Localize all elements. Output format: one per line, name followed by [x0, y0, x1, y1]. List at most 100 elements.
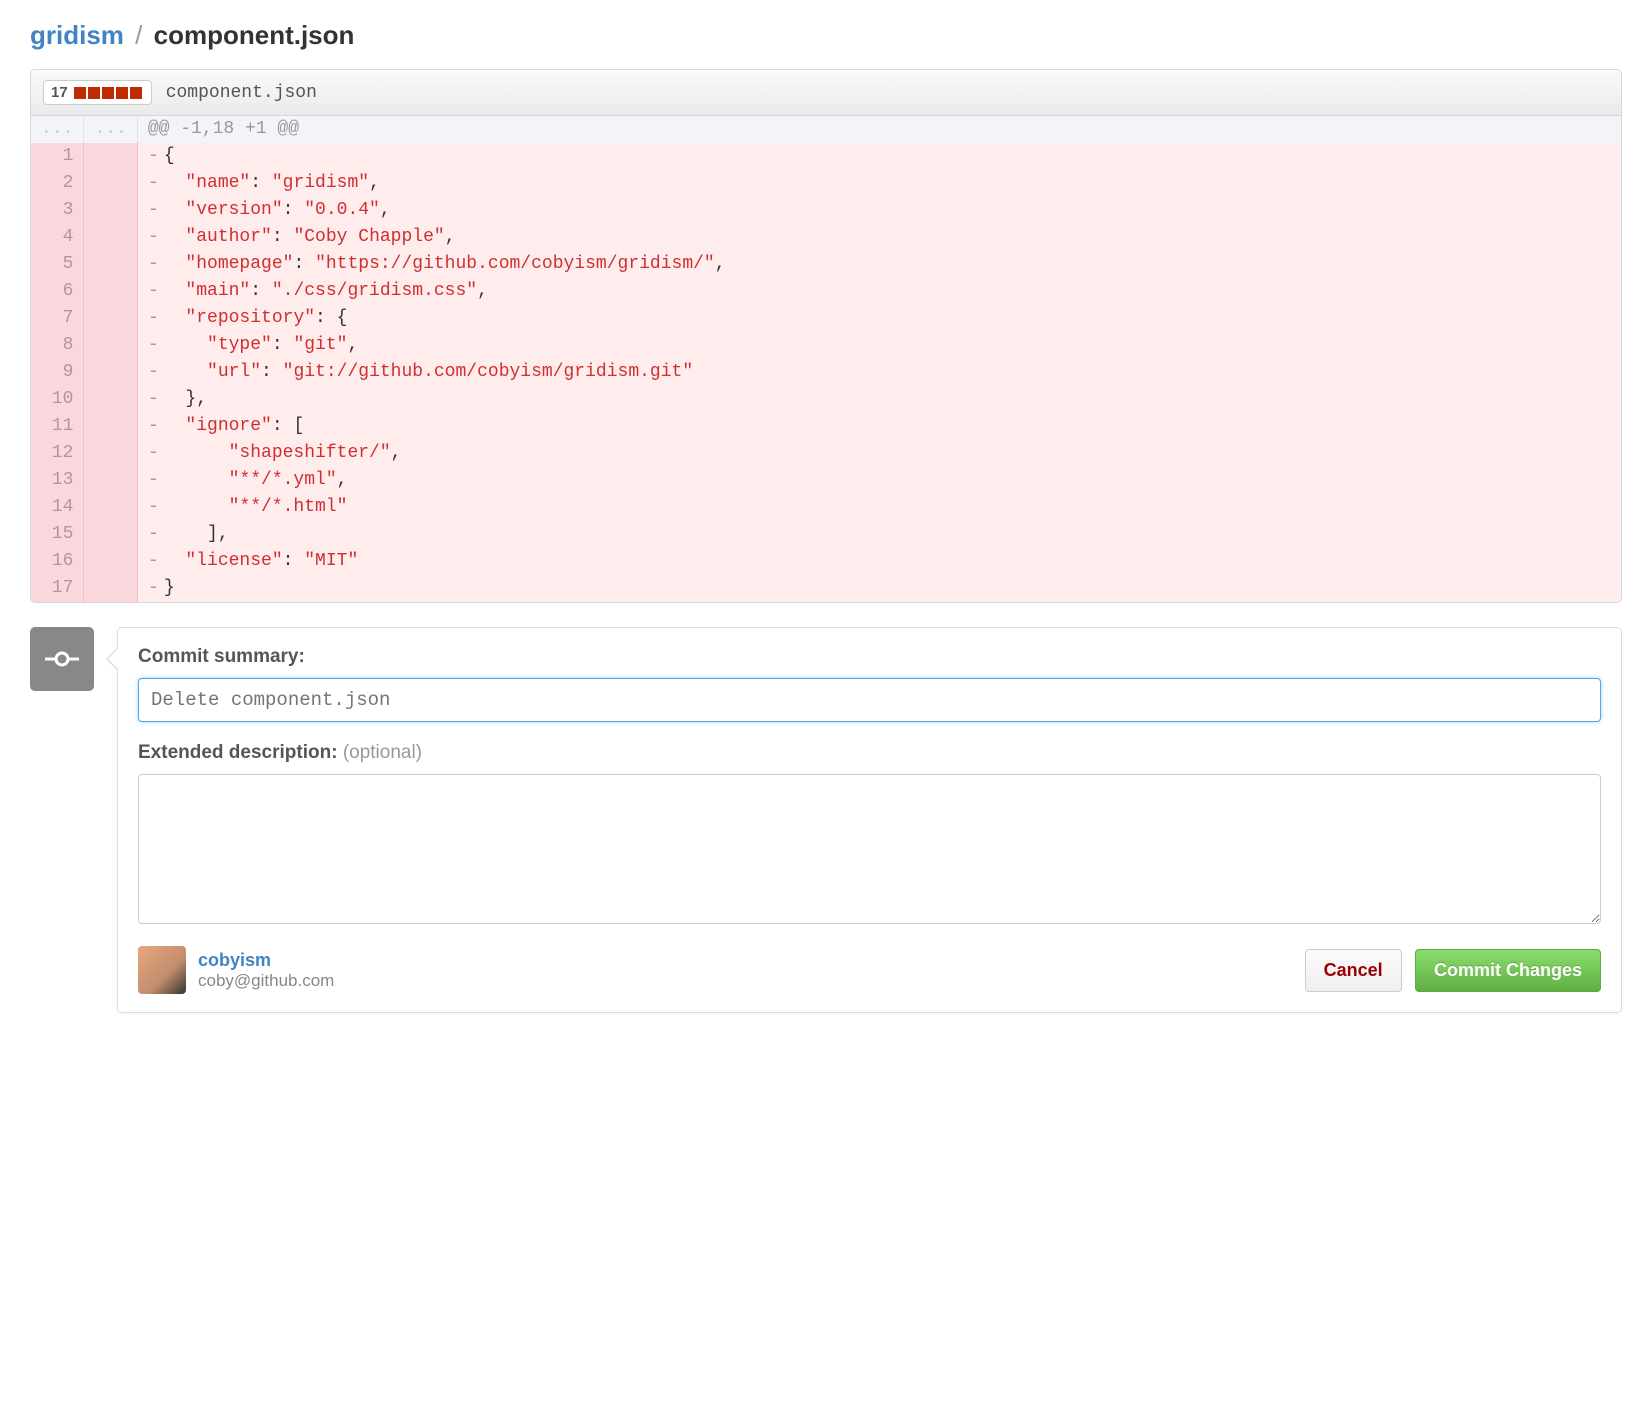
line-number-old: 17	[31, 575, 84, 602]
commit-footer: cobyism coby@github.com Cancel Commit Ch…	[138, 946, 1601, 994]
line-number-old: ...	[31, 116, 84, 143]
commit-summary-label: Commit summary:	[138, 646, 305, 667]
line-number-old: 10	[31, 386, 84, 413]
line-number-old: 13	[31, 467, 84, 494]
diff-line-content: - "shapeshifter/",	[137, 440, 1621, 467]
line-number-new: ...	[84, 116, 137, 143]
line-number-new	[84, 251, 137, 278]
breadcrumb-separator: /	[135, 20, 142, 50]
diff-table: ......@@ -1,18 +1 @@1-{2- "name": "gridi…	[31, 116, 1621, 602]
commit-marker-avatar	[30, 627, 94, 691]
diff-line-deletion: 2 - "name": "gridism",	[31, 170, 1621, 197]
line-number-old: 3	[31, 197, 84, 224]
line-number-old: 5	[31, 251, 84, 278]
commit-icon	[45, 649, 79, 669]
diff-line-content: -{	[137, 143, 1621, 170]
line-number-old: 14	[31, 494, 84, 521]
commit-area: Commit summary: Extended description: (o…	[30, 627, 1622, 1013]
diff-line-deletion: 10 - },	[31, 386, 1621, 413]
speech-pointer	[106, 647, 118, 671]
line-number-old: 4	[31, 224, 84, 251]
optional-hint: (optional)	[343, 742, 422, 763]
hunk-header-text: @@ -1,18 +1 @@	[137, 116, 1621, 143]
diffstat-squares	[74, 87, 144, 99]
line-number-old: 12	[31, 440, 84, 467]
diff-line-content: - "type": "git",	[137, 332, 1621, 359]
diff-line-content: - "author": "Coby Chapple",	[137, 224, 1621, 251]
user-email: coby@github.com	[198, 971, 334, 991]
commit-description-textarea[interactable]	[138, 774, 1601, 924]
line-number-old: 8	[31, 332, 84, 359]
diff-line-content: - "license": "MIT"	[137, 548, 1621, 575]
line-number-old: 16	[31, 548, 84, 575]
hunk-header-row: ......@@ -1,18 +1 @@	[31, 116, 1621, 143]
diff-line-deletion: 9 - "url": "git://github.com/cobyism/grid…	[31, 359, 1621, 386]
line-number-new	[84, 332, 137, 359]
line-number-new	[84, 305, 137, 332]
line-number-old: 15	[31, 521, 84, 548]
commit-form: Commit summary: Extended description: (o…	[117, 627, 1622, 1013]
breadcrumb: gridism / component.json	[30, 20, 1622, 51]
diff-line-content: - "repository": {	[137, 305, 1621, 332]
line-number-old: 6	[31, 278, 84, 305]
diff-line-deletion: 6 - "main": "./css/gridism.css",	[31, 278, 1621, 305]
line-number-new	[84, 224, 137, 251]
line-number-new	[84, 413, 137, 440]
line-number-new	[84, 170, 137, 197]
diff-line-deletion: 17 -}	[31, 575, 1621, 602]
line-number-old: 11	[31, 413, 84, 440]
line-number-old: 7	[31, 305, 84, 332]
cancel-button[interactable]: Cancel	[1305, 949, 1402, 992]
file-header: 17 component.json	[31, 70, 1621, 116]
commit-summary-input[interactable]	[138, 678, 1601, 722]
commit-user-block: cobyism coby@github.com	[138, 946, 334, 994]
diff-line-deletion: 1 -{	[31, 143, 1621, 170]
diff-line-deletion: 11 - "ignore": [	[31, 413, 1621, 440]
diff-line-deletion: 4 - "author": "Coby Chapple",	[31, 224, 1621, 251]
line-number-new	[84, 440, 137, 467]
line-number-new	[84, 143, 137, 170]
user-avatar[interactable]	[138, 946, 186, 994]
diff-line-content: - ],	[137, 521, 1621, 548]
line-number-new	[84, 359, 137, 386]
diff-line-content: - "version": "0.0.4",	[137, 197, 1621, 224]
user-name[interactable]: cobyism	[198, 950, 334, 971]
diff-line-content: - "**/*.yml",	[137, 467, 1621, 494]
diff-line-deletion: 15 - ],	[31, 521, 1621, 548]
diff-line-content: - "ignore": [	[137, 413, 1621, 440]
diffstat-badge[interactable]: 17	[43, 80, 152, 105]
line-number-old: 1	[31, 143, 84, 170]
diff-line-deletion: 7 - "repository": {	[31, 305, 1621, 332]
diff-line-content: - },	[137, 386, 1621, 413]
line-number-new	[84, 386, 137, 413]
diff-line-content: - "url": "git://github.com/cobyism/gridi…	[137, 359, 1621, 386]
diff-line-deletion: 16 - "license": "MIT"	[31, 548, 1621, 575]
file-name: component.json	[166, 83, 317, 103]
line-number-new	[84, 467, 137, 494]
diff-line-deletion: 8 - "type": "git",	[31, 332, 1621, 359]
diffstat-count: 17	[51, 84, 68, 101]
diff-line-content: - "main": "./css/gridism.css",	[137, 278, 1621, 305]
line-number-new	[84, 197, 137, 224]
line-number-new	[84, 575, 137, 602]
diff-line-content: - "homepage": "https://github.com/cobyis…	[137, 251, 1621, 278]
line-number-new	[84, 278, 137, 305]
line-number-old: 9	[31, 359, 84, 386]
diff-line-deletion: 14 - "**/*.html"	[31, 494, 1621, 521]
diff-line-deletion: 5 - "homepage": "https://github.com/cobyi…	[31, 251, 1621, 278]
diff-line-content: -}	[137, 575, 1621, 602]
line-number-new	[84, 521, 137, 548]
diff-file-box: 17 component.json ......@@ -1,18 +1 @@1-…	[30, 69, 1622, 603]
repo-link[interactable]: gridism	[30, 20, 124, 50]
breadcrumb-file: component.json	[154, 20, 355, 50]
diff-line-content: - "name": "gridism",	[137, 170, 1621, 197]
diff-line-deletion: 12 - "shapeshifter/",	[31, 440, 1621, 467]
line-number-new	[84, 548, 137, 575]
commit-changes-button[interactable]: Commit Changes	[1415, 949, 1601, 992]
diff-line-deletion: 13 - "**/*.yml",	[31, 467, 1621, 494]
diff-line-content: - "**/*.html"	[137, 494, 1621, 521]
line-number-old: 2	[31, 170, 84, 197]
commit-buttons: Cancel Commit Changes	[1305, 949, 1601, 992]
line-number-new	[84, 494, 137, 521]
commit-description-label: Extended description: (optional)	[138, 742, 422, 763]
